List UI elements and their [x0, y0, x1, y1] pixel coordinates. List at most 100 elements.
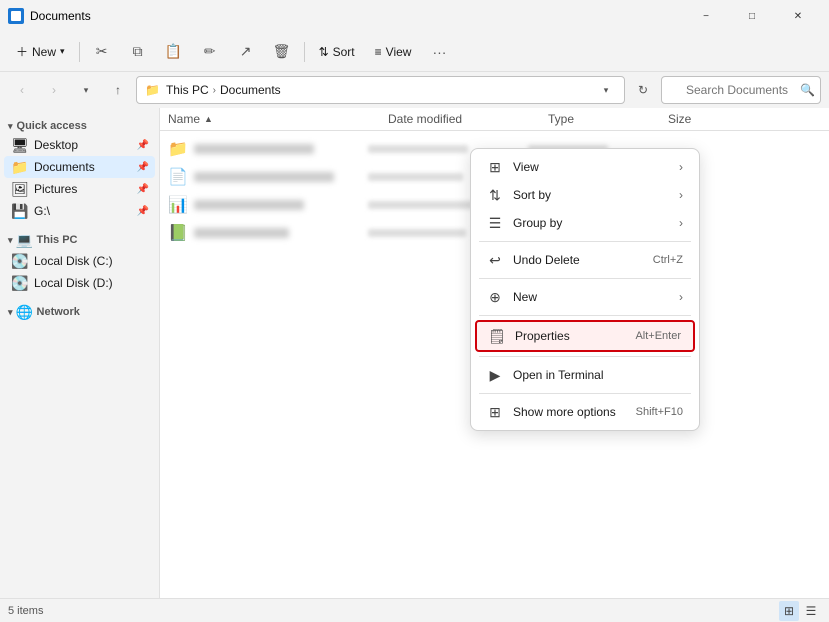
- view-ctx-icon: ⊞: [487, 159, 503, 175]
- column-size[interactable]: Size: [668, 112, 748, 126]
- local-d-label: Local Disk (D:): [34, 276, 113, 290]
- file-icon2: 📊: [168, 195, 188, 215]
- breadcrumb-documents[interactable]: Documents: [220, 83, 281, 97]
- network-chevron: ▾: [8, 307, 13, 318]
- maximize-button[interactable]: □: [729, 0, 775, 32]
- quick-access-label: Quick access: [17, 120, 87, 132]
- ctx-props-left: 🗒 Properties: [489, 328, 570, 344]
- date-blurred: [368, 173, 463, 181]
- this-pc-section[interactable]: ▾ 💻 This PC: [0, 228, 159, 250]
- col-sort-arrow: ▲: [204, 114, 213, 124]
- properties-ctx-icon: 🗒: [489, 328, 505, 344]
- more-ctx-icon: ⊞: [487, 404, 503, 420]
- breadcrumb: This PC › Documents: [166, 83, 590, 97]
- filename-blurred: [194, 144, 314, 154]
- titlebar-controls: − □ ✕: [683, 0, 821, 32]
- network-icon: 🌐: [17, 304, 33, 320]
- pictures-pin-icon: 📌: [137, 184, 149, 195]
- file-icon3: 📗: [168, 223, 188, 243]
- ctx-show-more[interactable]: ⊞ Show more options Shift+F10: [475, 398, 695, 426]
- view-arrow-icon: ›: [679, 160, 683, 174]
- app-icon: [8, 8, 24, 24]
- sidebar-item-documents[interactable]: 📁 Documents 📌: [4, 156, 155, 178]
- quick-access-section[interactable]: ▾ Quick access: [0, 116, 159, 134]
- ctx-new[interactable]: ⊕ New ›: [475, 283, 695, 311]
- col-name-label: Name: [168, 112, 200, 126]
- column-date[interactable]: Date modified: [388, 112, 548, 126]
- col-date-label: Date modified: [388, 112, 462, 126]
- address-bar[interactable]: 📁 This PC › Documents ▾: [136, 76, 625, 104]
- local-d-icon: 💽: [12, 275, 28, 291]
- recent-button[interactable]: ▾: [72, 76, 100, 104]
- desktop-label: Desktop: [34, 138, 78, 152]
- list-view-button[interactable]: ☰: [801, 601, 821, 621]
- local-c-label: Local Disk (C:): [34, 254, 113, 268]
- cut-button[interactable]: ✂: [86, 36, 118, 68]
- titlebar-left: Documents: [8, 8, 91, 24]
- desktop-icon: 🖥: [12, 137, 28, 153]
- up-button[interactable]: ↑: [104, 76, 132, 104]
- pictures-label: Pictures: [34, 182, 77, 196]
- ctx-sort-by[interactable]: ⇅ Sort by ›: [475, 181, 695, 209]
- sidebar-item-local-d[interactable]: 💽 Local Disk (D:): [4, 272, 155, 294]
- new-chevron: ▾: [60, 46, 65, 57]
- refresh-button[interactable]: ↻: [629, 76, 657, 104]
- share-button[interactable]: ↗: [230, 36, 262, 68]
- date-blurred: [368, 229, 466, 237]
- ctx-undo-delete[interactable]: ↩ Undo Delete Ctrl+Z: [475, 246, 695, 274]
- ctx-terminal-left: ▶ Open in Terminal: [487, 367, 604, 383]
- ctx-open-terminal[interactable]: ▶ Open in Terminal: [475, 361, 695, 389]
- network-section[interactable]: ▾ 🌐 Network: [0, 300, 159, 322]
- ctx-new-left: ⊕ New: [487, 289, 537, 305]
- delete-button[interactable]: 🗑: [266, 36, 298, 68]
- forward-button[interactable]: ›: [40, 76, 68, 104]
- file-name-cell: 📄: [168, 167, 368, 187]
- minimize-button[interactable]: −: [683, 0, 729, 32]
- more-button[interactable]: ···: [423, 36, 455, 68]
- sidebar: ▾ Quick access 🖥 Desktop 📌 📁 Documents 📌…: [0, 108, 160, 598]
- breadcrumb-thispc[interactable]: This PC: [166, 83, 209, 97]
- ctx-view-left: ⊞ View: [487, 159, 539, 175]
- ctx-properties[interactable]: 🗒 Properties Alt+Enter: [475, 320, 695, 352]
- file-icon: 📄: [168, 167, 188, 187]
- filename-blurred: [194, 172, 334, 182]
- sidebar-item-local-c[interactable]: 💽 Local Disk (C:): [4, 250, 155, 272]
- sidebar-item-desktop[interactable]: 🖥 Desktop 📌: [4, 134, 155, 156]
- ctx-undo-left: ↩ Undo Delete: [487, 252, 580, 268]
- new-button[interactable]: ＋ New ▾: [8, 36, 73, 68]
- new-ctx-icon: ⊕: [487, 289, 503, 305]
- column-name[interactable]: Name ▲: [168, 112, 388, 126]
- view-icon: ≡: [375, 45, 382, 59]
- statusbar: 5 items ⊞ ☰: [0, 598, 829, 622]
- ctx-view[interactable]: ⊞ View ›: [475, 153, 695, 181]
- column-type[interactable]: Type: [548, 112, 668, 126]
- this-pc-chevron: ▾: [8, 235, 13, 246]
- ctx-sep-3: [479, 315, 691, 316]
- search-wrap: 🔍: [661, 76, 821, 104]
- undo-shortcut: Ctrl+Z: [653, 254, 683, 266]
- sort-button[interactable]: ⇅ Sort: [311, 36, 363, 68]
- grid-view-button[interactable]: ⊞: [779, 601, 799, 621]
- paste-button[interactable]: 📋: [158, 36, 190, 68]
- address-dropdown[interactable]: ▾: [596, 80, 616, 100]
- main-layout: ▾ Quick access 🖥 Desktop 📌 📁 Documents 📌…: [0, 108, 829, 598]
- quick-access-chevron: ▾: [8, 121, 13, 132]
- more-shortcut: Shift+F10: [636, 406, 683, 418]
- rename-button[interactable]: ✏: [194, 36, 226, 68]
- ctx-group-by[interactable]: ☰ Group by ›: [475, 209, 695, 237]
- search-input[interactable]: [661, 76, 821, 104]
- back-button[interactable]: ‹: [8, 76, 36, 104]
- view-button[interactable]: ≡ View: [367, 36, 420, 68]
- local-c-icon: 💽: [12, 253, 28, 269]
- titlebar-title: Documents: [30, 9, 91, 23]
- desktop-pin-icon: 📌: [137, 140, 149, 151]
- pictures-icon: 🖼: [12, 181, 28, 197]
- new-icon: ＋: [16, 43, 28, 60]
- copy-button[interactable]: ⧉: [122, 36, 154, 68]
- close-button[interactable]: ✕: [775, 0, 821, 32]
- sidebar-item-pictures[interactable]: 🖼 Pictures 📌: [4, 178, 155, 200]
- documents-label: Documents: [34, 160, 95, 174]
- ctx-more-left: ⊞ Show more options: [487, 404, 616, 420]
- sidebar-item-g-drive[interactable]: 💾 G:\ 📌: [4, 200, 155, 222]
- ctx-sep-5: [479, 393, 691, 394]
